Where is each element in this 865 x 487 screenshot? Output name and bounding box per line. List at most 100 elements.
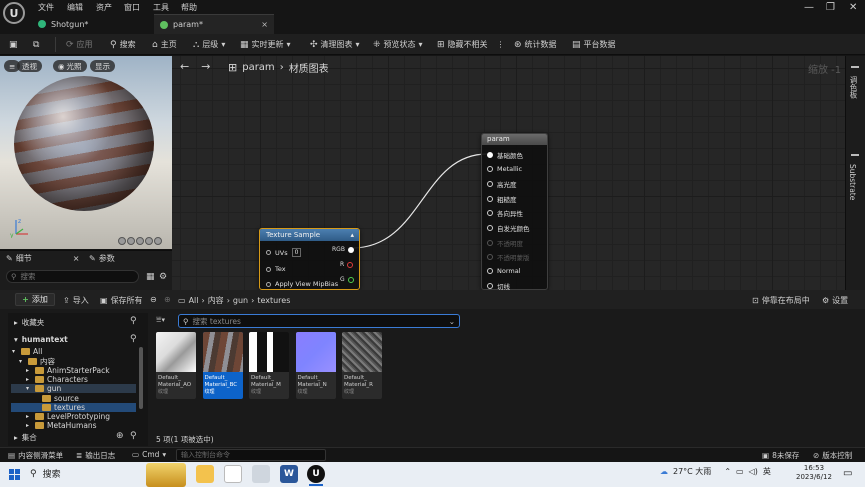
hide-unrelated-button[interactable]: ⊞ 隐藏不相关 ⋮ (437, 38, 505, 51)
history-back-icon[interactable]: ⊖ (150, 295, 157, 304)
file-explorer-icon[interactable] (196, 465, 214, 483)
g-output-pin[interactable]: G (340, 276, 354, 283)
result-node-pin[interactable]: Metallic (487, 165, 522, 173)
result-node-pin[interactable]: 不透明度 (487, 238, 523, 248)
notepad-icon[interactable] (224, 465, 242, 483)
live-update-button[interactable]: ▦ 实时更新 ▾ (240, 38, 291, 51)
ime-indicator[interactable]: 英 (763, 466, 771, 477)
save-all-button[interactable]: ▣ 保存所有 (100, 295, 143, 306)
search-icon[interactable]: ⚲ (130, 316, 137, 326)
asset-tile[interactable]: Default_ Material_R 纹理 (342, 332, 382, 399)
browse-icon[interactable]: ⧉ (33, 38, 39, 51)
weather-icon[interactable]: ☁ (660, 467, 668, 476)
search-icon[interactable]: ⚲ (130, 334, 137, 344)
stats-button[interactable]: ⊛ 统计数据 (514, 38, 557, 51)
add-button[interactable]: + 添加 (15, 293, 55, 306)
search-button[interactable]: ⚲ 搜索 (110, 38, 136, 51)
menu-file[interactable]: 文件 (38, 2, 54, 13)
tree-chevron-icon[interactable]: ▸ (26, 422, 32, 429)
menu-window[interactable]: 窗口 (124, 2, 140, 13)
tex-input-pin[interactable]: Tex (266, 265, 286, 273)
asset-search-input[interactable]: ⚲ 搜索 textures ⌄ (178, 314, 460, 328)
result-node-pin[interactable]: Normal (487, 267, 521, 275)
filter-button[interactable]: ⩸▾ (156, 315, 165, 325)
tab-param[interactable]: param* × (154, 14, 274, 34)
favorites-section[interactable]: ▸ 收藏夹 (14, 317, 44, 328)
maximize-button[interactable]: ❐ (826, 2, 835, 13)
result-node-pin[interactable]: 高光度 (487, 179, 517, 189)
tree-folder-item[interactable]: ▸ MetaHumans (26, 421, 97, 430)
speaker-icon[interactable]: ◁) (749, 467, 758, 476)
uvs-value-field[interactable]: 0 (291, 248, 302, 257)
table-view-icon[interactable]: ▦ (146, 272, 155, 282)
show-button[interactable]: 显示 (90, 60, 115, 72)
r-output-pin[interactable]: R (340, 261, 354, 268)
hierarchy-button[interactable]: ⛬ 层级 ▾ (193, 38, 225, 51)
network-icon[interactable]: ▭ (736, 467, 744, 476)
path-gun[interactable]: gun (233, 296, 248, 305)
details-search-input[interactable]: ⚲ 搜索 (6, 270, 139, 283)
taskbar-search[interactable]: ⚲ 搜索 (30, 467, 61, 481)
tab-palette[interactable]: 调色板 (848, 76, 859, 99)
rgb-output-pin[interactable]: RGB (332, 246, 354, 253)
result-node-pin[interactable]: 自发光颜色 (487, 223, 530, 233)
tree-chevron-icon[interactable]: ▸ (26, 413, 32, 420)
home-button[interactable]: ⌂ 主页 (152, 38, 177, 51)
result-node-pin[interactable]: 不透明蒙版 (487, 252, 530, 262)
platform-stats-button[interactable]: ▤ 平台数据 (572, 38, 616, 51)
project-section[interactable]: ▾ humantext (14, 335, 68, 344)
tree-chevron-icon[interactable]: ▾ (12, 348, 18, 355)
path-all[interactable]: All (189, 296, 199, 305)
tree-scrollbar[interactable] (139, 347, 143, 409)
chevron-down-icon[interactable]: ⌄ (449, 317, 455, 326)
result-node-pin[interactable]: 基础颜色 (487, 150, 523, 160)
tree-folder-item[interactable]: ▸ AnimStarterPack (26, 366, 110, 375)
path-content[interactable]: 内容 (208, 295, 224, 306)
minimize-button[interactable]: — (804, 2, 814, 13)
teapot-icon[interactable] (154, 237, 162, 245)
source-control-button[interactable]: ⊘ 版本控制 (813, 450, 852, 461)
weather-text[interactable]: 27°C 大雨 (673, 466, 711, 477)
tab-details[interactable]: ✎ 细节 × (6, 253, 79, 264)
console-command-input[interactable]: 输入控制台命令 (176, 449, 326, 461)
cmd-dropdown[interactable]: ▭ Cmd ▾ (132, 450, 166, 459)
close-icon[interactable]: × (73, 254, 80, 263)
dock-in-layout-button[interactable]: ⊡ 停靠在布局中 (752, 295, 810, 306)
result-node-pin[interactable]: 粗糙度 (487, 194, 517, 204)
search-icon[interactable]: ⚲ (130, 431, 137, 441)
tree-chevron-icon[interactable]: ▾ (19, 358, 25, 365)
close-tab-icon[interactable]: × (261, 20, 268, 29)
unreal-logo-icon[interactable]: U (3, 2, 25, 24)
unreal-editor-taskbar-icon[interactable]: U (307, 465, 325, 483)
menu-assets[interactable]: 资产 (96, 2, 112, 13)
tree-folder-item[interactable]: ▾ gun (26, 384, 61, 393)
perspective-button[interactable]: 透视 (17, 60, 42, 72)
tree-chevron-icon[interactable]: ▸ (26, 367, 32, 374)
asset-tile[interactable]: Default_ Material_AO 纹理 (156, 332, 196, 399)
asset-tile[interactable]: Default_ Material_N 纹理 (295, 332, 336, 399)
tray-chevron-icon[interactable]: ⌃ (724, 467, 731, 476)
cube-icon[interactable] (145, 237, 153, 245)
preview-state-button[interactable]: ⁜ 预览状态 ▾ (373, 38, 423, 51)
menu-help[interactable]: 帮助 (181, 2, 197, 13)
apply-button[interactable]: ⟳ 应用 (66, 38, 93, 51)
save-icon[interactable]: ▣ (9, 38, 18, 51)
add-collection-icon[interactable]: ⊕ (116, 431, 124, 441)
plane-icon[interactable] (136, 237, 144, 245)
gear-icon[interactable]: ⚙ (159, 272, 167, 282)
word-icon[interactable]: W (280, 465, 298, 483)
sphere-icon[interactable] (127, 237, 135, 245)
apply-view-mip-bias-pin[interactable]: Apply View MipBias (266, 280, 338, 288)
clean-graph-button[interactable]: ✣ 清理图表 ▾ (310, 38, 360, 51)
tab-parameters[interactable]: ✎ 参数 (89, 253, 115, 264)
more-icon[interactable]: ⋮ (497, 40, 505, 49)
tree-folder-item[interactable]: textures (33, 403, 85, 412)
path-textures[interactable]: textures (257, 296, 290, 305)
notification-icon[interactable]: ▭ (843, 468, 852, 479)
settings-button[interactable]: ⚙ 设置 (822, 295, 848, 306)
cylinder-icon[interactable] (118, 237, 126, 245)
output-log-button[interactable]: ≣ 输出日志 (76, 450, 115, 461)
lit-button[interactable]: ◉ 光照 (53, 60, 87, 72)
menu-tools[interactable]: 工具 (153, 2, 169, 13)
tree-chevron-icon[interactable]: ▸ (26, 376, 32, 383)
